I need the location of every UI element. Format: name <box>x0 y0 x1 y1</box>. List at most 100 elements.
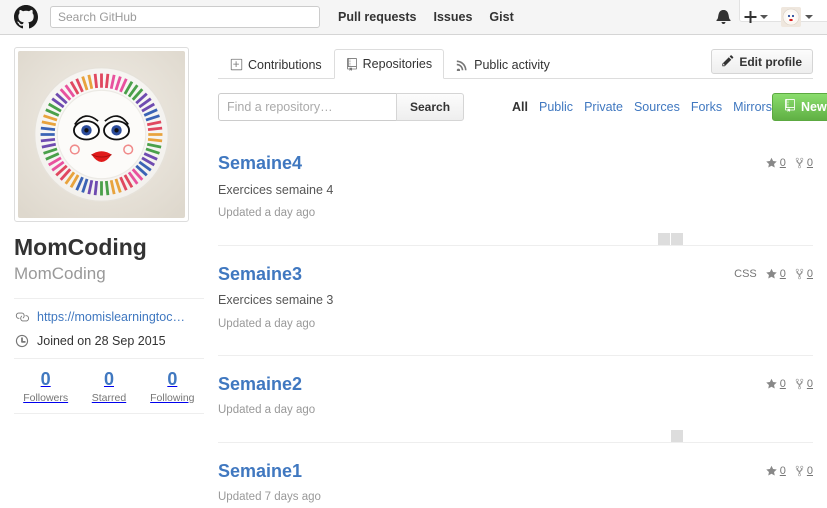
stargazers-counter[interactable]: 0 <box>766 378 786 390</box>
repository-updated: Updated a day ago <box>218 317 316 330</box>
forks-count: 0 <box>806 157 813 169</box>
site-header: Pull requests Issues Gist <box>0 0 827 35</box>
repository-updated: Updated a day ago <box>218 206 316 219</box>
stargazers-count: 0 <box>779 378 786 391</box>
repository-description: Exercices semaine 3 <box>218 293 334 308</box>
chevron-down-icon <box>760 15 768 19</box>
repo-search-button[interactable]: Search <box>396 93 465 121</box>
fork-icon <box>795 157 804 169</box>
repository-name-link[interactable]: Semaine1 <box>218 461 302 482</box>
chevron-down-icon <box>805 15 813 19</box>
starred-count: 0 <box>103 368 114 389</box>
avatar <box>781 7 801 27</box>
repository-item: Semaine2 0 0 Updated a day ago <box>218 356 813 443</box>
forks-counter[interactable]: 0 <box>795 268 813 280</box>
stargazers-counter[interactable]: 0 <box>766 157 786 169</box>
repository-item: Semaine1 0 0 Updated 7 days ago <box>218 443 813 508</box>
profile-avatar[interactable] <box>14 47 189 222</box>
repository-meta: 0 0 <box>757 461 813 477</box>
edit-profile-label: Edit profile <box>739 54 802 69</box>
new-repository-button[interactable]: New <box>771 93 827 121</box>
star-icon <box>766 465 777 476</box>
following-label: Following <box>150 391 195 404</box>
nav-issues[interactable]: Issues <box>434 10 473 24</box>
repo-icon <box>346 57 358 71</box>
tab-public-activity-label: Public activity <box>474 57 550 72</box>
repo-icon <box>784 99 796 115</box>
tab-repositories-label: Repositories <box>362 57 433 71</box>
filter-all[interactable]: All <box>512 100 528 114</box>
repository-header: Semaine4 0 0 <box>218 153 813 174</box>
profile-url-link[interactable]: https://momislearningtocode.w… <box>37 310 189 325</box>
repository-updated: Updated a day ago <box>218 404 316 417</box>
stargazers-counter[interactable]: 0 <box>766 268 786 280</box>
create-new-dropdown[interactable] <box>744 9 768 25</box>
repository-header: Semaine2 0 0 <box>218 374 813 395</box>
tab-contributions-label: Contributions <box>248 57 322 72</box>
stargazers-count: 0 <box>779 267 786 280</box>
stat-starred[interactable]: 0 Starred <box>77 369 140 404</box>
following-count: 0 <box>167 368 178 389</box>
filter-public[interactable]: Public <box>539 100 573 114</box>
star-icon <box>766 268 777 279</box>
repository-sparkline <box>580 428 735 442</box>
repository-item: Semaine3 CSS 0 0 Exercices semaine 3 Upd… <box>218 246 813 357</box>
fork-icon <box>795 379 804 390</box>
rss-icon <box>456 58 469 71</box>
filter-sources[interactable]: Sources <box>634 100 680 114</box>
header-right-actions <box>716 7 813 27</box>
contributions-icon <box>230 58 243 71</box>
profile-stats: 0 Followers 0 Starred 0 Following <box>14 357 204 414</box>
tab-repositories[interactable]: Repositories <box>333 49 445 79</box>
forks-count: 0 <box>806 378 813 391</box>
filter-forks[interactable]: Forks <box>691 100 722 114</box>
repository-header: Semaine3 CSS 0 0 <box>218 264 813 285</box>
repository-list: Semaine4 0 0 Exercices semaine 4 Updated… <box>218 135 813 508</box>
stat-following[interactable]: 0 Following <box>141 369 204 404</box>
repo-search-input[interactable] <box>218 93 397 121</box>
repository-name-link[interactable]: Semaine3 <box>218 264 302 285</box>
profile-main: Contributions Repositories Public activi… <box>218 47 827 508</box>
stargazers-counter[interactable]: 0 <box>766 465 786 477</box>
stat-followers[interactable]: 0 Followers <box>14 369 77 404</box>
profile-sidebar: MomCoding MomCoding https://momislearnin… <box>14 47 204 508</box>
forks-count: 0 <box>806 267 813 280</box>
search-input[interactable] <box>50 6 320 28</box>
stargazers-count: 0 <box>779 157 786 169</box>
profile-divider <box>14 297 204 299</box>
header-nav: Pull requests Issues Gist <box>338 10 531 24</box>
repository-name-link[interactable]: Semaine4 <box>218 153 302 174</box>
repository-name-link[interactable]: Semaine2 <box>218 374 302 395</box>
mark-github-icon[interactable] <box>14 5 38 29</box>
forks-counter[interactable]: 0 <box>795 378 813 390</box>
forks-counter[interactable]: 0 <box>795 465 813 477</box>
repository-meta: CSS 0 0 <box>734 264 813 280</box>
profile-tabs: Contributions Repositories Public activi… <box>218 47 813 79</box>
followers-count: 0 <box>40 368 51 389</box>
bell-icon[interactable] <box>716 8 731 27</box>
repository-sparkline <box>580 341 735 355</box>
pencil-icon <box>722 54 734 70</box>
tab-contributions[interactable]: Contributions <box>218 49 334 79</box>
repository-header: Semaine1 0 0 <box>218 461 813 482</box>
repository-updated: Updated 7 days ago <box>218 490 321 503</box>
profile-name: MomCoding <box>14 234 147 260</box>
nav-gist[interactable]: Gist <box>489 10 513 24</box>
forks-counter[interactable]: 0 <box>795 157 813 169</box>
user-menu-dropdown[interactable] <box>781 7 813 27</box>
link-icon <box>14 310 30 324</box>
tab-public-activity[interactable]: Public activity <box>444 49 562 79</box>
starred-label: Starred <box>91 391 127 404</box>
repository-sparkline <box>580 231 735 245</box>
star-icon <box>766 157 777 168</box>
repository-meta: 0 0 <box>757 153 813 169</box>
filter-private[interactable]: Private <box>584 100 623 114</box>
nav-pull-requests[interactable]: Pull requests <box>338 10 417 24</box>
forks-count: 0 <box>806 464 813 477</box>
repository-meta: 0 0 <box>757 374 813 390</box>
repository-item: Semaine4 0 0 Exercices semaine 4 Updated… <box>218 135 813 246</box>
fork-icon <box>795 465 804 477</box>
filter-mirrors[interactable]: Mirrors <box>733 100 772 114</box>
edit-profile-button[interactable]: Edit profile <box>711 49 813 74</box>
page-body: MomCoding MomCoding https://momislearnin… <box>0 35 827 508</box>
